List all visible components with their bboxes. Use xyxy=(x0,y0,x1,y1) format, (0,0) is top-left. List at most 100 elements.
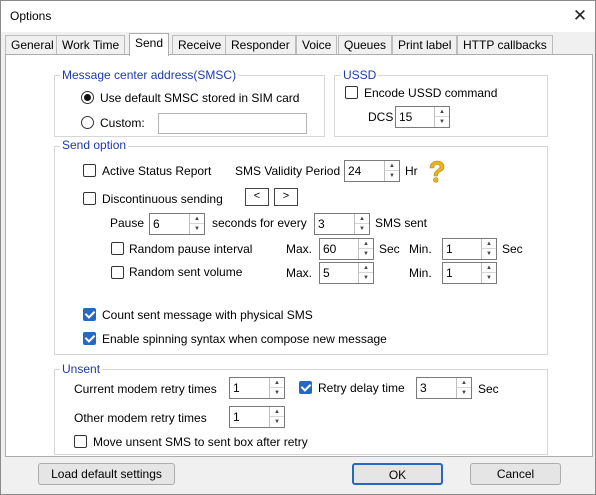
spin-up-icon[interactable]: ▲ xyxy=(482,263,496,273)
spin-down-icon[interactable]: ▼ xyxy=(190,224,204,234)
pause-min-value: 1 xyxy=(446,242,453,256)
spin-up-icon[interactable]: ▲ xyxy=(359,239,373,249)
spin-down-icon[interactable]: ▼ xyxy=(270,417,284,427)
sms-sent-label: SMS sent xyxy=(375,216,428,230)
spin-down-icon[interactable]: ▼ xyxy=(355,224,369,234)
validity-period-stepper[interactable]: 24 ▲ ▼ xyxy=(344,160,400,182)
custom-smsc-input[interactable] xyxy=(158,113,307,134)
volume-min-label: Min. xyxy=(409,266,432,280)
tab-responder[interactable]: Responder xyxy=(225,35,296,55)
every-sms-value: 3 xyxy=(318,217,325,231)
pause-max-sec-label: Sec xyxy=(379,242,400,256)
spin-down-icon[interactable]: ▼ xyxy=(482,249,496,259)
dcs-stepper[interactable]: 15 ▲ ▼ xyxy=(395,106,450,128)
active-status-checkbox[interactable] xyxy=(83,164,96,177)
smsc-group-label: Message center address(SMSC) xyxy=(60,68,239,82)
count-physical-sms-label: Count sent message with physical SMS xyxy=(102,308,313,322)
volume-max-label: Max. xyxy=(286,266,313,280)
load-default-settings-button[interactable]: Load default settings xyxy=(38,463,175,485)
ussd-group-label: USSD xyxy=(341,68,379,82)
validity-period-label: SMS Validity Period xyxy=(235,164,341,178)
tab-print-label[interactable]: Print label xyxy=(392,35,458,55)
random-volume-checkbox[interactable] xyxy=(111,266,124,279)
tab-send[interactable]: Send xyxy=(129,33,170,56)
tab-voice[interactable]: Voice xyxy=(296,35,338,55)
current-retry-value: 1 xyxy=(233,381,240,395)
ok-button[interactable]: OK xyxy=(352,463,443,485)
spin-up-icon[interactable]: ▲ xyxy=(435,107,449,117)
window-title: Options xyxy=(10,9,52,23)
pause-value: 6 xyxy=(153,217,160,231)
dcs-label: DCS xyxy=(368,110,394,124)
move-unsent-checkbox[interactable] xyxy=(74,435,87,448)
spin-up-icon[interactable]: ▲ xyxy=(482,239,496,249)
custom-smsc-label: Custom: xyxy=(100,116,145,130)
title-bar: Options ✕ xyxy=(1,1,595,32)
spin-up-icon[interactable]: ▲ xyxy=(270,407,284,417)
spin-down-icon[interactable]: ▼ xyxy=(359,249,373,259)
volume-min-stepper[interactable]: 1 ▲ ▼ xyxy=(442,262,497,284)
pause-min-stepper[interactable]: 1 ▲ ▼ xyxy=(442,238,497,260)
seconds-for-every-label: seconds for every xyxy=(212,216,307,230)
tab-http-callbacks[interactable]: HTTP callbacks xyxy=(457,35,553,55)
discontinuous-checkbox[interactable] xyxy=(83,192,96,205)
spin-up-icon[interactable]: ▲ xyxy=(457,378,471,388)
previous-button[interactable]: < xyxy=(245,188,269,206)
retry-delay-checkbox[interactable] xyxy=(299,381,312,394)
other-retry-label: Other modem retry times xyxy=(74,411,207,425)
spin-down-icon[interactable]: ▼ xyxy=(435,117,449,127)
volume-max-value: 5 xyxy=(323,266,330,280)
retry-delay-stepper[interactable]: 3 ▲ ▼ xyxy=(416,377,472,399)
encode-ussd-checkbox[interactable] xyxy=(345,86,358,99)
question-mark-icon[interactable] xyxy=(425,160,447,184)
pause-max-stepper[interactable]: 60 ▲ ▼ xyxy=(319,238,374,260)
volume-max-stepper[interactable]: 5 ▲ ▼ xyxy=(319,262,374,284)
tab-receive[interactable]: Receive xyxy=(172,35,228,55)
next-button[interactable]: > xyxy=(274,188,298,206)
custom-smsc-radio[interactable] xyxy=(81,116,94,129)
spin-up-icon[interactable]: ▲ xyxy=(190,214,204,224)
spin-down-icon[interactable]: ▼ xyxy=(359,273,373,283)
validity-period-value: 24 xyxy=(348,164,362,178)
pause-max-label: Max. xyxy=(286,242,313,256)
random-volume-label: Random sent volume xyxy=(129,265,243,279)
unsent-group-label: Unsent xyxy=(60,362,103,376)
other-retry-stepper[interactable]: 1 ▲ ▼ xyxy=(229,406,285,428)
spin-down-icon[interactable]: ▼ xyxy=(385,171,399,181)
tab-queues[interactable]: Queues xyxy=(338,35,393,55)
options-dialog: Options ✕ General Work Time Send Receive… xyxy=(0,0,596,495)
discontinuous-label: Discontinuous sending xyxy=(102,192,223,206)
spin-up-icon[interactable]: ▲ xyxy=(355,214,369,224)
spinning-syntax-checkbox[interactable] xyxy=(83,332,96,345)
pause-max-value: 60 xyxy=(323,242,337,256)
cancel-button[interactable]: Cancel xyxy=(470,463,561,485)
tab-work-time[interactable]: Work Time xyxy=(56,35,126,55)
validity-unit-label: Hr xyxy=(405,164,418,178)
current-retry-label: Current modem retry times xyxy=(74,382,217,396)
pause-stepper[interactable]: 6 ▲ ▼ xyxy=(149,213,205,235)
spin-down-icon[interactable]: ▼ xyxy=(457,388,471,398)
retry-delay-value: 3 xyxy=(420,381,427,395)
retry-delay-sec-label: Sec xyxy=(478,382,499,396)
spin-down-icon[interactable]: ▼ xyxy=(482,273,496,283)
dcs-value: 15 xyxy=(399,110,413,124)
retry-delay-label: Retry delay time xyxy=(318,381,405,395)
current-retry-stepper[interactable]: 1 ▲ ▼ xyxy=(229,377,285,399)
random-pause-checkbox[interactable] xyxy=(111,242,124,255)
pause-min-label: Min. xyxy=(409,242,432,256)
default-smsc-label: Use default SMSC stored in SIM card xyxy=(100,91,300,105)
close-icon[interactable]: ✕ xyxy=(567,4,593,28)
random-pause-label: Random pause interval xyxy=(129,242,253,256)
tab-strip: General Work Time Send Receive Responder… xyxy=(5,33,593,56)
spin-up-icon[interactable]: ▲ xyxy=(270,378,284,388)
count-physical-sms-checkbox[interactable] xyxy=(83,308,96,321)
tab-general[interactable]: General xyxy=(5,35,60,55)
every-sms-stepper[interactable]: 3 ▲ ▼ xyxy=(314,213,370,235)
encode-ussd-label: Encode USSD command xyxy=(364,86,498,100)
pause-label: Pause xyxy=(110,216,145,230)
spinning-syntax-label: Enable spinning syntax when compose new … xyxy=(102,332,387,346)
spin-up-icon[interactable]: ▲ xyxy=(385,161,399,171)
default-smsc-radio[interactable] xyxy=(81,91,94,104)
spin-up-icon[interactable]: ▲ xyxy=(359,263,373,273)
spin-down-icon[interactable]: ▼ xyxy=(270,388,284,398)
